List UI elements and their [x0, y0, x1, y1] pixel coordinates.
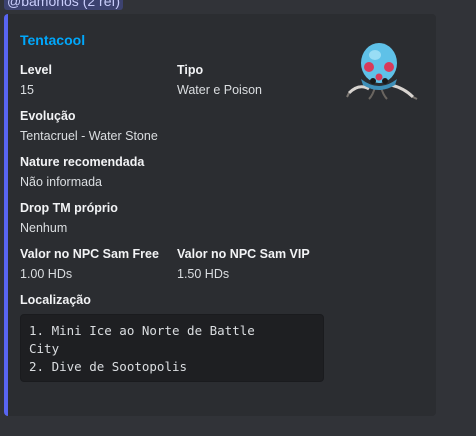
embed-accent-bar — [4, 14, 8, 416]
field-evolucao-value: Tentacruel - Water Stone — [20, 129, 158, 143]
field-level: Level 15 — [20, 62, 52, 98]
field-localizacao-name: Localização — [20, 293, 91, 307]
field-npc-free-value: 1.00 HDs — [20, 267, 73, 281]
message: @bamonos (2 ref) Tentacool Level 15 Tipo… — [0, 0, 476, 436]
field-level-name: Level — [20, 63, 52, 77]
embed-title[interactable]: Tentacool — [20, 32, 85, 48]
localizacao-code-block[interactable]: 1. Mini Ice ao Norte de Battle City 2. D… — [20, 314, 324, 382]
field-evolucao: Evolução Tentacruel - Water Stone — [20, 108, 158, 144]
field-tipo: Tipo Water e Poison — [177, 62, 262, 98]
embed-card: Tentacool Level 15 Tipo Water e Poison E… — [4, 14, 436, 416]
field-localizacao: Localização — [20, 292, 91, 308]
field-tipo-value: Water e Poison — [177, 83, 262, 97]
field-level-value: 15 — [20, 83, 34, 97]
tentacool-sprite-icon[interactable] — [339, 33, 419, 113]
field-drop-tm-value: Nenhum — [20, 221, 68, 235]
field-nature-value: Não informada — [20, 175, 102, 189]
field-nature-name: Nature recomendada — [20, 155, 145, 169]
field-evolucao-name: Evolução — [20, 109, 76, 123]
field-npc-free: Valor no NPC Sam Free 1.00 HDs — [20, 246, 159, 282]
field-drop-tm: Drop TM próprio Nenhum — [20, 200, 118, 236]
field-npc-vip-name: Valor no NPC Sam VIP — [177, 247, 310, 261]
user-mention[interactable]: @bamonos (2 ref) — [4, 0, 124, 10]
field-npc-free-name: Valor no NPC Sam Free — [20, 247, 159, 261]
field-nature: Nature recomendada Não informada — [20, 154, 144, 190]
field-tipo-name: Tipo — [177, 63, 204, 77]
field-drop-tm-name: Drop TM próprio — [20, 201, 118, 215]
field-npc-vip-value: 1.50 HDs — [177, 267, 230, 281]
field-npc-vip: Valor no NPC Sam VIP 1.50 HDs — [177, 246, 310, 282]
